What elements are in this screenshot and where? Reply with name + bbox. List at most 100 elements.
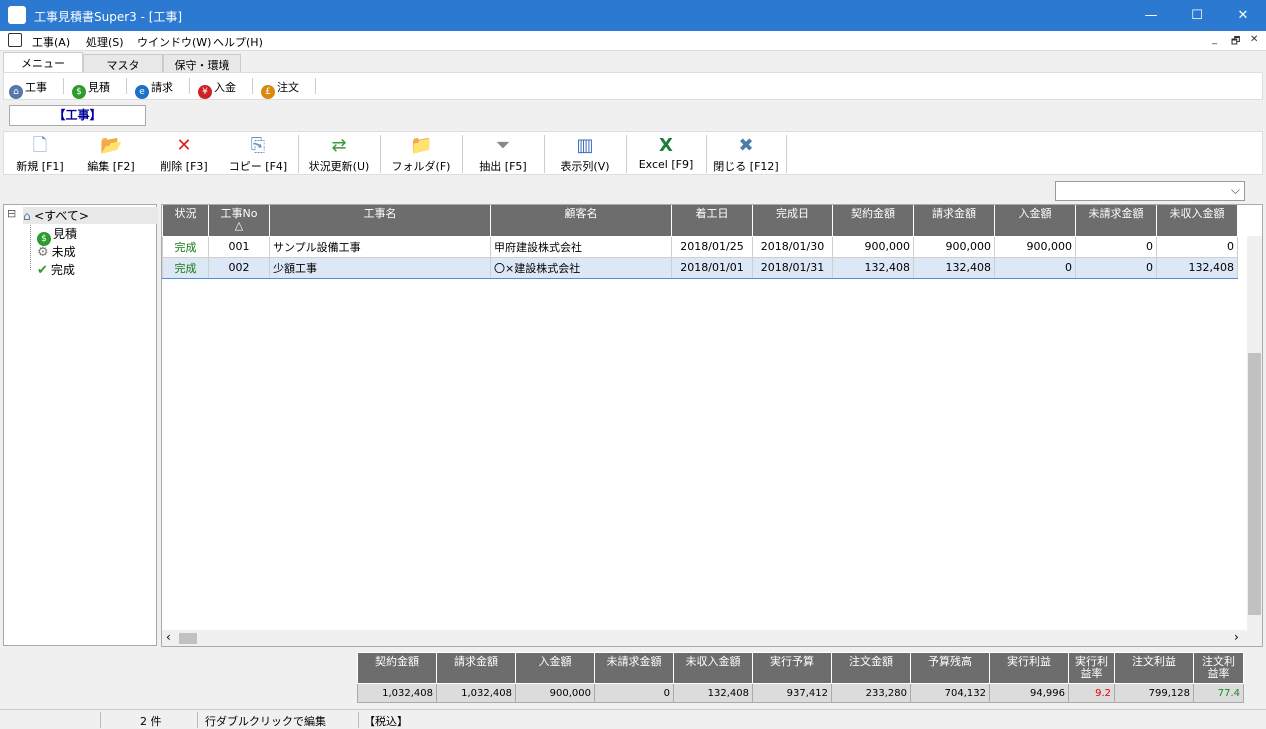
doc-icon [8, 33, 22, 47]
column-header[interactable]: 工事名 [269, 205, 491, 237]
menu-help[interactable]: ヘルプ(H) [213, 34, 263, 50]
summary-column-header: 入金額 [515, 652, 595, 684]
folder-button[interactable]: 📁 フォルダ(F) [384, 132, 458, 174]
column-header[interactable]: 未請求金額 [1075, 205, 1157, 237]
copy-button-label: コピー [F4] [228, 160, 288, 173]
tree-collapse-toggle[interactable]: ⊟ [7, 207, 16, 220]
filter-button[interactable]: ⏷ 抽出 [F5] [466, 132, 540, 174]
table-cell: 132,408 [1156, 256, 1238, 279]
separator [189, 78, 190, 94]
separator [544, 135, 545, 173]
horizontal-scrollbar[interactable]: ‹ › [162, 630, 1247, 646]
columns-button-label: 表示列(V) [560, 160, 610, 173]
excel-button[interactable]: X Excel [F9] [630, 132, 702, 174]
column-header[interactable]: 未収入金額 [1156, 205, 1238, 237]
quick-mitsumori[interactable]: $ 見積 [72, 79, 110, 99]
summary-column-header: 未請求金額 [594, 652, 674, 684]
menu-koji[interactable]: 工事(A) [32, 34, 70, 50]
vertical-scroll-thumb[interactable] [1248, 353, 1261, 615]
summary-column-header: 注文利益 [1114, 652, 1194, 684]
summary-column-header: 実行予算 [752, 652, 832, 684]
scroll-right-icon[interactable]: › [1234, 630, 1239, 644]
table-cell: 132,408 [913, 256, 995, 279]
project-grid: 状況 工事No △ 工事名 顧客名 着工日 完成日 契約金額 請求金額 入金額 未請求金額 未収入金… [161, 204, 1263, 647]
close-window-button[interactable]: ✕ [1220, 0, 1266, 31]
copy-button[interactable]: ⎘ コピー [F4] [222, 132, 294, 174]
table-cell: 0 [1075, 235, 1157, 258]
table-row[interactable]: 完成 002 少額工事 〇×建設株式会社 2018/01/01 2018/01/31 132… [162, 256, 1238, 279]
new-button-label: 新規 [F1] [16, 160, 64, 173]
table-cell: 甲府建設株式会社 [490, 235, 672, 258]
edit-button[interactable]: 📂 編集 [F2] [77, 132, 145, 174]
column-header[interactable]: 工事No △ [208, 205, 270, 237]
house-icon: ⌂ [23, 209, 31, 223]
summary-value: 77.4 [1193, 683, 1244, 703]
folder-icon: 📁 [410, 135, 433, 156]
quick-nyukin[interactable]: ¥ 入金 [198, 79, 236, 99]
menu-window[interactable]: ウインドウ(W) [137, 34, 211, 50]
mdi-minimize-button[interactable]: _ [1212, 34, 1217, 45]
tab-menu[interactable]: メニュー [3, 52, 83, 72]
status-bar: 2 件 行ダブルクリックで編集 【税込】 [0, 709, 1266, 729]
close-button[interactable]: ✖ 閉じる [F12] [710, 132, 782, 174]
columns-button[interactable]: ▥ 表示列(V) [548, 132, 622, 174]
table-cell: 0 [994, 256, 1076, 279]
filter-combo[interactable]: ⌵ [1055, 181, 1245, 201]
column-header[interactable]: 請求金額 [913, 205, 995, 237]
summary-panel: 契約金額 請求金額 入金額 未請求金額 未収入金額 実行予算 注文金額 予算残高 実行利益 実行利… [357, 652, 1246, 703]
horizontal-scroll-thumb[interactable] [179, 633, 197, 644]
separator [126, 78, 127, 94]
column-header[interactable]: 契約金額 [832, 205, 914, 237]
quick-koji-label: 工事 [25, 81, 47, 94]
summary-column-header: 予算残高 [910, 652, 990, 684]
new-button[interactable]: 🗋 新規 [F1] [6, 132, 74, 174]
delete-button[interactable]: ✕ 削除 [F3] [150, 132, 218, 174]
maximize-button[interactable]: ☐ [1174, 0, 1220, 31]
quick-chumon[interactable]: £ 注文 [261, 79, 299, 99]
quick-seikyu[interactable]: e 請求 [135, 79, 173, 99]
tree-root[interactable]: ⌂ <すべて> [23, 207, 158, 224]
separator [298, 135, 299, 173]
refresh-icon: ⇄ [331, 135, 347, 156]
separator [706, 135, 707, 173]
quick-mitsumori-label: 見積 [88, 81, 110, 94]
column-header[interactable]: 完成日 [752, 205, 833, 237]
invoice-icon: e [135, 85, 149, 99]
copy-icon: ⎘ [250, 135, 266, 156]
tree-item-label: 見積 [53, 227, 78, 241]
tree-item-misei[interactable]: ⚙ 未成 [37, 243, 76, 260]
menu-shori[interactable]: 処理(S) [86, 34, 124, 50]
excel-button-label: Excel [F9] [638, 158, 694, 171]
mdi-restore-button[interactable]: 🗗 [1231, 34, 1240, 51]
column-header[interactable]: 入金額 [994, 205, 1076, 237]
table-cell: 002 [208, 256, 270, 279]
tree-item-kansei[interactable]: ✔ 完成 [37, 261, 75, 278]
table-cell: 2018/01/25 [671, 235, 753, 258]
mdi-close-button[interactable]: ✕ [1250, 34, 1258, 45]
status-hint: 行ダブルクリックで編集 [205, 715, 326, 728]
tree-root-label: <すべて> [34, 209, 89, 223]
separator [462, 135, 463, 173]
column-header[interactable]: 状況 [162, 205, 209, 237]
category-tree: ⊟ ⌂ <すべて> $ 見積 ⚙ 未成 ✔ 完成 [3, 204, 158, 646]
window-title: 工事見積書Super3 - [工事] [34, 10, 183, 24]
table-cell: 〇×建設株式会社 [490, 256, 672, 279]
separator [380, 135, 381, 173]
summary-value: 704,132 [910, 683, 990, 703]
tab-master[interactable]: マスタ [83, 54, 163, 72]
minimize-button[interactable]: — [1128, 0, 1174, 31]
table-cell: 001 [208, 235, 270, 258]
table-cell: 900,000 [832, 235, 914, 258]
column-header[interactable]: 顧客名 [490, 205, 672, 237]
column-header[interactable]: 着工日 [671, 205, 753, 237]
status-update-button[interactable]: ⇄ 状況更新(U) [302, 132, 376, 174]
summary-value: 799,128 [1114, 683, 1194, 703]
scroll-left-icon[interactable]: ‹ [166, 630, 171, 644]
tax-mode: 【税込】 [364, 715, 408, 728]
tab-maintenance[interactable]: 保守・環境 [163, 54, 241, 72]
mode-label: 【工事】 [9, 105, 146, 126]
table-row[interactable]: 完成 001 サンプル設備工事 甲府建設株式会社 2018/01/25 2018/01/3… [162, 235, 1238, 258]
separator [100, 712, 101, 728]
summary-value: 94,996 [989, 683, 1069, 703]
quick-koji[interactable]: ⌂ 工事 [9, 79, 47, 99]
